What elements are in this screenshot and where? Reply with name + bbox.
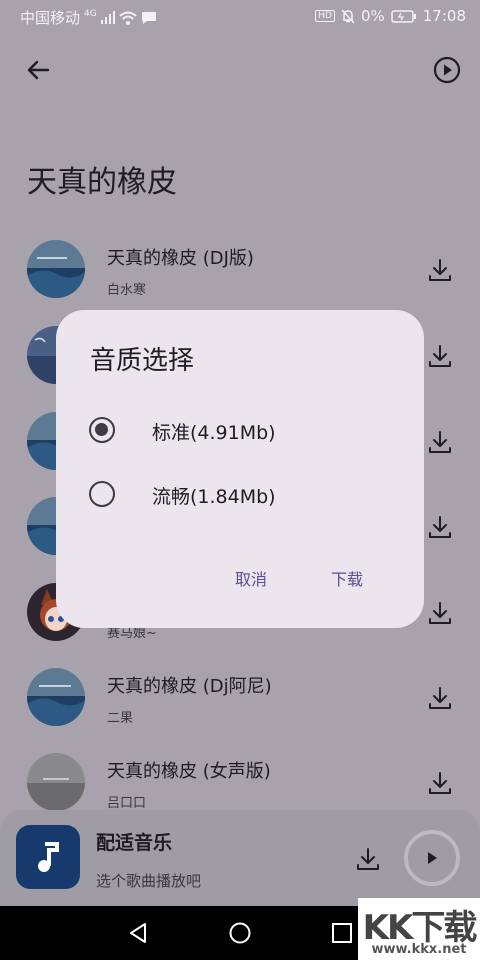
gray-cover [27, 753, 85, 811]
signal-icon [100, 11, 115, 24]
mini-player[interactable]: 配适音乐 选个歌曲播放吧 [0, 810, 480, 906]
song-artist: 吕口口 [107, 796, 147, 811]
clock: 17:08 [422, 7, 466, 25]
page-title: 天真的橡皮 [27, 165, 177, 200]
quality-option-standard[interactable]: 标准(4.91Mb) [89, 410, 409, 450]
download-icon[interactable] [355, 846, 381, 872]
back-arrow-icon[interactable] [22, 54, 54, 86]
watermark-logo: KK下载 www.kkx.net [358, 898, 480, 960]
ocean-cover [27, 240, 85, 298]
song-title: 天真的橡皮 (Dj阿尼) [107, 676, 272, 697]
download-icon[interactable] [427, 343, 453, 369]
option-label: 标准(4.91Mb) [152, 422, 276, 444]
music-note-icon [16, 825, 80, 889]
top-app-bar [0, 48, 480, 92]
play-all-icon[interactable] [433, 56, 461, 84]
network-type: 4G [84, 8, 97, 19]
player-title: 配适音乐 [96, 832, 173, 854]
dialog-title: 音质选择 [90, 346, 195, 376]
song-title: 天真的橡皮 (DJ版) [107, 248, 254, 269]
nav-back-icon[interactable] [126, 921, 150, 945]
quality-dialog: 音质选择 标准(4.91Mb) 流畅(1.84Mb) 取消 下载 [56, 310, 424, 628]
song-row[interactable]: 天真的橡皮 (Dj阿尼) 二果 [0, 668, 480, 754]
song-title: 天真的橡皮 (女声版) [107, 761, 271, 782]
song-artist: 二果 [107, 711, 134, 726]
radio-button-checked[interactable] [89, 417, 115, 443]
download-icon[interactable] [427, 514, 453, 540]
cancel-button[interactable]: 取消 [235, 566, 267, 590]
download-icon[interactable] [427, 685, 453, 711]
download-icon[interactable] [427, 600, 453, 626]
nav-recents-icon[interactable] [330, 921, 354, 945]
hd-badge: HD [315, 10, 335, 22]
download-button[interactable]: 下载 [331, 566, 363, 590]
mute-bell-icon [341, 8, 355, 24]
status-bar: 中国移动 4G HD 0% 17:08 [0, 0, 480, 34]
song-artist: 白水寒 [107, 283, 147, 298]
battery-percent: 0% [360, 7, 385, 25]
play-icon [428, 852, 437, 864]
option-label: 流畅(1.84Mb) [152, 486, 276, 508]
quality-option-smooth[interactable]: 流畅(1.84Mb) [89, 474, 409, 514]
radio-button[interactable] [89, 481, 115, 507]
download-icon[interactable] [427, 770, 453, 796]
wifi-icon [119, 11, 137, 25]
carrier-label: 中国移动 [20, 9, 81, 27]
download-icon[interactable] [427, 429, 453, 455]
watermark-url: www.kkx.net [371, 942, 467, 957]
ocean-cover [27, 668, 85, 726]
player-subtitle: 选个歌曲播放吧 [96, 872, 202, 890]
message-icon [141, 11, 156, 24]
battery-icon [391, 9, 416, 23]
download-icon[interactable] [427, 257, 453, 283]
play-button[interactable] [404, 830, 460, 886]
nav-home-icon[interactable] [228, 921, 252, 945]
